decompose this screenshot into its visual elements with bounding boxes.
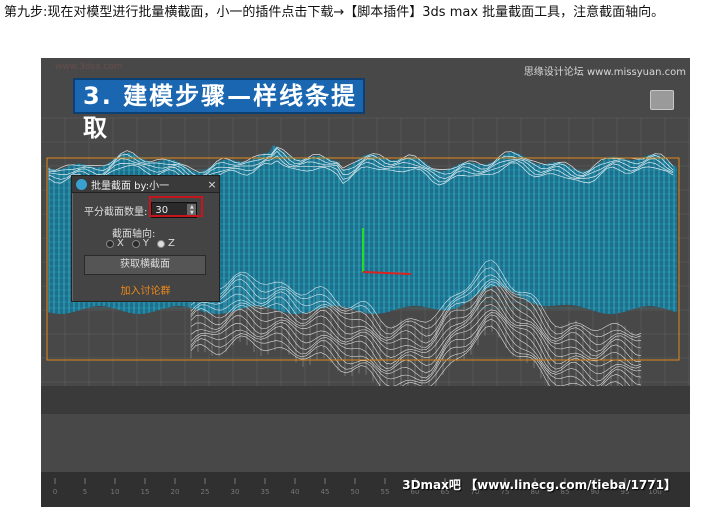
- timeline-tick-label: 30: [231, 488, 240, 496]
- timeline-tick-label: 50: [351, 488, 360, 496]
- timeline-tick-label: 40: [291, 488, 300, 496]
- 3d-viewport[interactable]: 0 5 10 15 20 25 30 35 40 45 50 55 60 65 70 75 80 85 90 95 10…: [41, 58, 690, 507]
- timeline-tick-label: 35: [261, 488, 270, 496]
- radio-axis-y[interactable]: Y: [131, 238, 149, 249]
- highlight-box: [149, 196, 203, 217]
- timeline-tick-label: 20: [171, 488, 180, 496]
- axis-radio-group: X Y Z: [106, 238, 175, 249]
- watermark: www.3dsx.com: [55, 62, 123, 72]
- timeline-tick-label: 0: [53, 488, 57, 496]
- title-banner: 3. 建模步骤—样线条提取: [73, 78, 365, 142]
- timeline-tick-label: 25: [201, 488, 210, 496]
- footer-caption: 3Dmax吧 【www.linecg.com/tieba/1771】: [402, 478, 676, 492]
- timeline-tick-label: 15: [141, 488, 150, 496]
- viewcube-icon[interactable]: [650, 90, 674, 110]
- timeline-tick-label: 10: [111, 488, 120, 496]
- instruction-text: 第九步:现在对模型进行批量横截面，小一的插件点击下载→【脚本插件】3ds max…: [4, 5, 665, 20]
- radio-x-dot[interactable]: [106, 239, 114, 248]
- radio-z-dot[interactable]: [156, 239, 165, 248]
- radio-axis-x[interactable]: X: [106, 238, 124, 249]
- batch-section-dialog: 批量截面 by:小一 × 平分截面数量: 30 ▲ ▼ 截面轴向: X Y Z …: [71, 175, 220, 302]
- get-sections-button[interactable]: 获取横截面: [84, 255, 206, 275]
- close-button[interactable]: ×: [205, 178, 219, 191]
- radio-y-label: Y: [142, 238, 149, 249]
- count-label: 平分截面数量:: [84, 206, 148, 218]
- radio-x-label: X: [117, 238, 124, 249]
- timeline-tick-label: 45: [321, 488, 330, 496]
- timeline-tick-label: 5: [83, 488, 87, 496]
- track-bar: [41, 386, 690, 414]
- dialog-title: 批量截面 by:小一: [91, 180, 170, 192]
- radio-y-dot[interactable]: [131, 239, 140, 248]
- timeline-tick-label: 55: [381, 488, 390, 496]
- forum-logo: 思缘设计论坛 www.missyuan.com: [523, 67, 686, 78]
- app-icon: [76, 178, 87, 190]
- radio-axis-z[interactable]: Z: [156, 238, 175, 249]
- radio-z-label: Z: [167, 238, 175, 249]
- dialog-titlebar[interactable]: 批量截面 by:小一 ×: [72, 176, 219, 193]
- join-group-link[interactable]: 加入讨论群: [72, 282, 219, 297]
